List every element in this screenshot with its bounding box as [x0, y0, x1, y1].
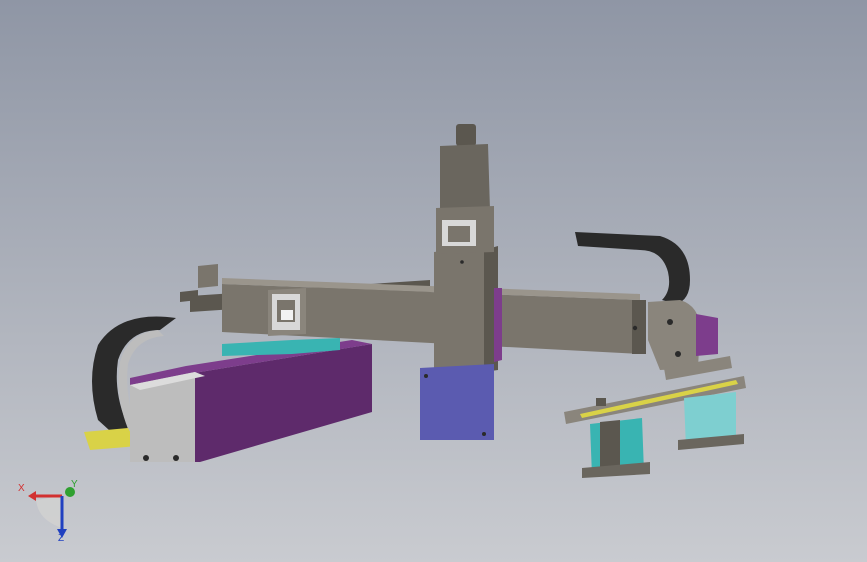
servo-motor[interactable]	[436, 124, 494, 254]
gantry-robot-model[interactable]	[0, 0, 867, 562]
x-axis-label: X	[18, 483, 25, 494]
column-base-plate[interactable]	[420, 364, 494, 440]
cad-viewport[interactable]: X Y Z	[0, 0, 867, 562]
right-bracket[interactable]	[648, 300, 718, 370]
vertical-column[interactable]	[434, 246, 502, 378]
horizontal-beam[interactable]	[180, 264, 646, 354]
triad-icon	[28, 487, 75, 538]
left-linear-module[interactable]	[130, 340, 372, 462]
coordinate-triad: X Y Z	[18, 478, 90, 548]
beam-end-carriage[interactable]	[268, 288, 306, 336]
y-axis-label: Y	[71, 479, 78, 490]
z-axis-label: Z	[58, 533, 65, 544]
